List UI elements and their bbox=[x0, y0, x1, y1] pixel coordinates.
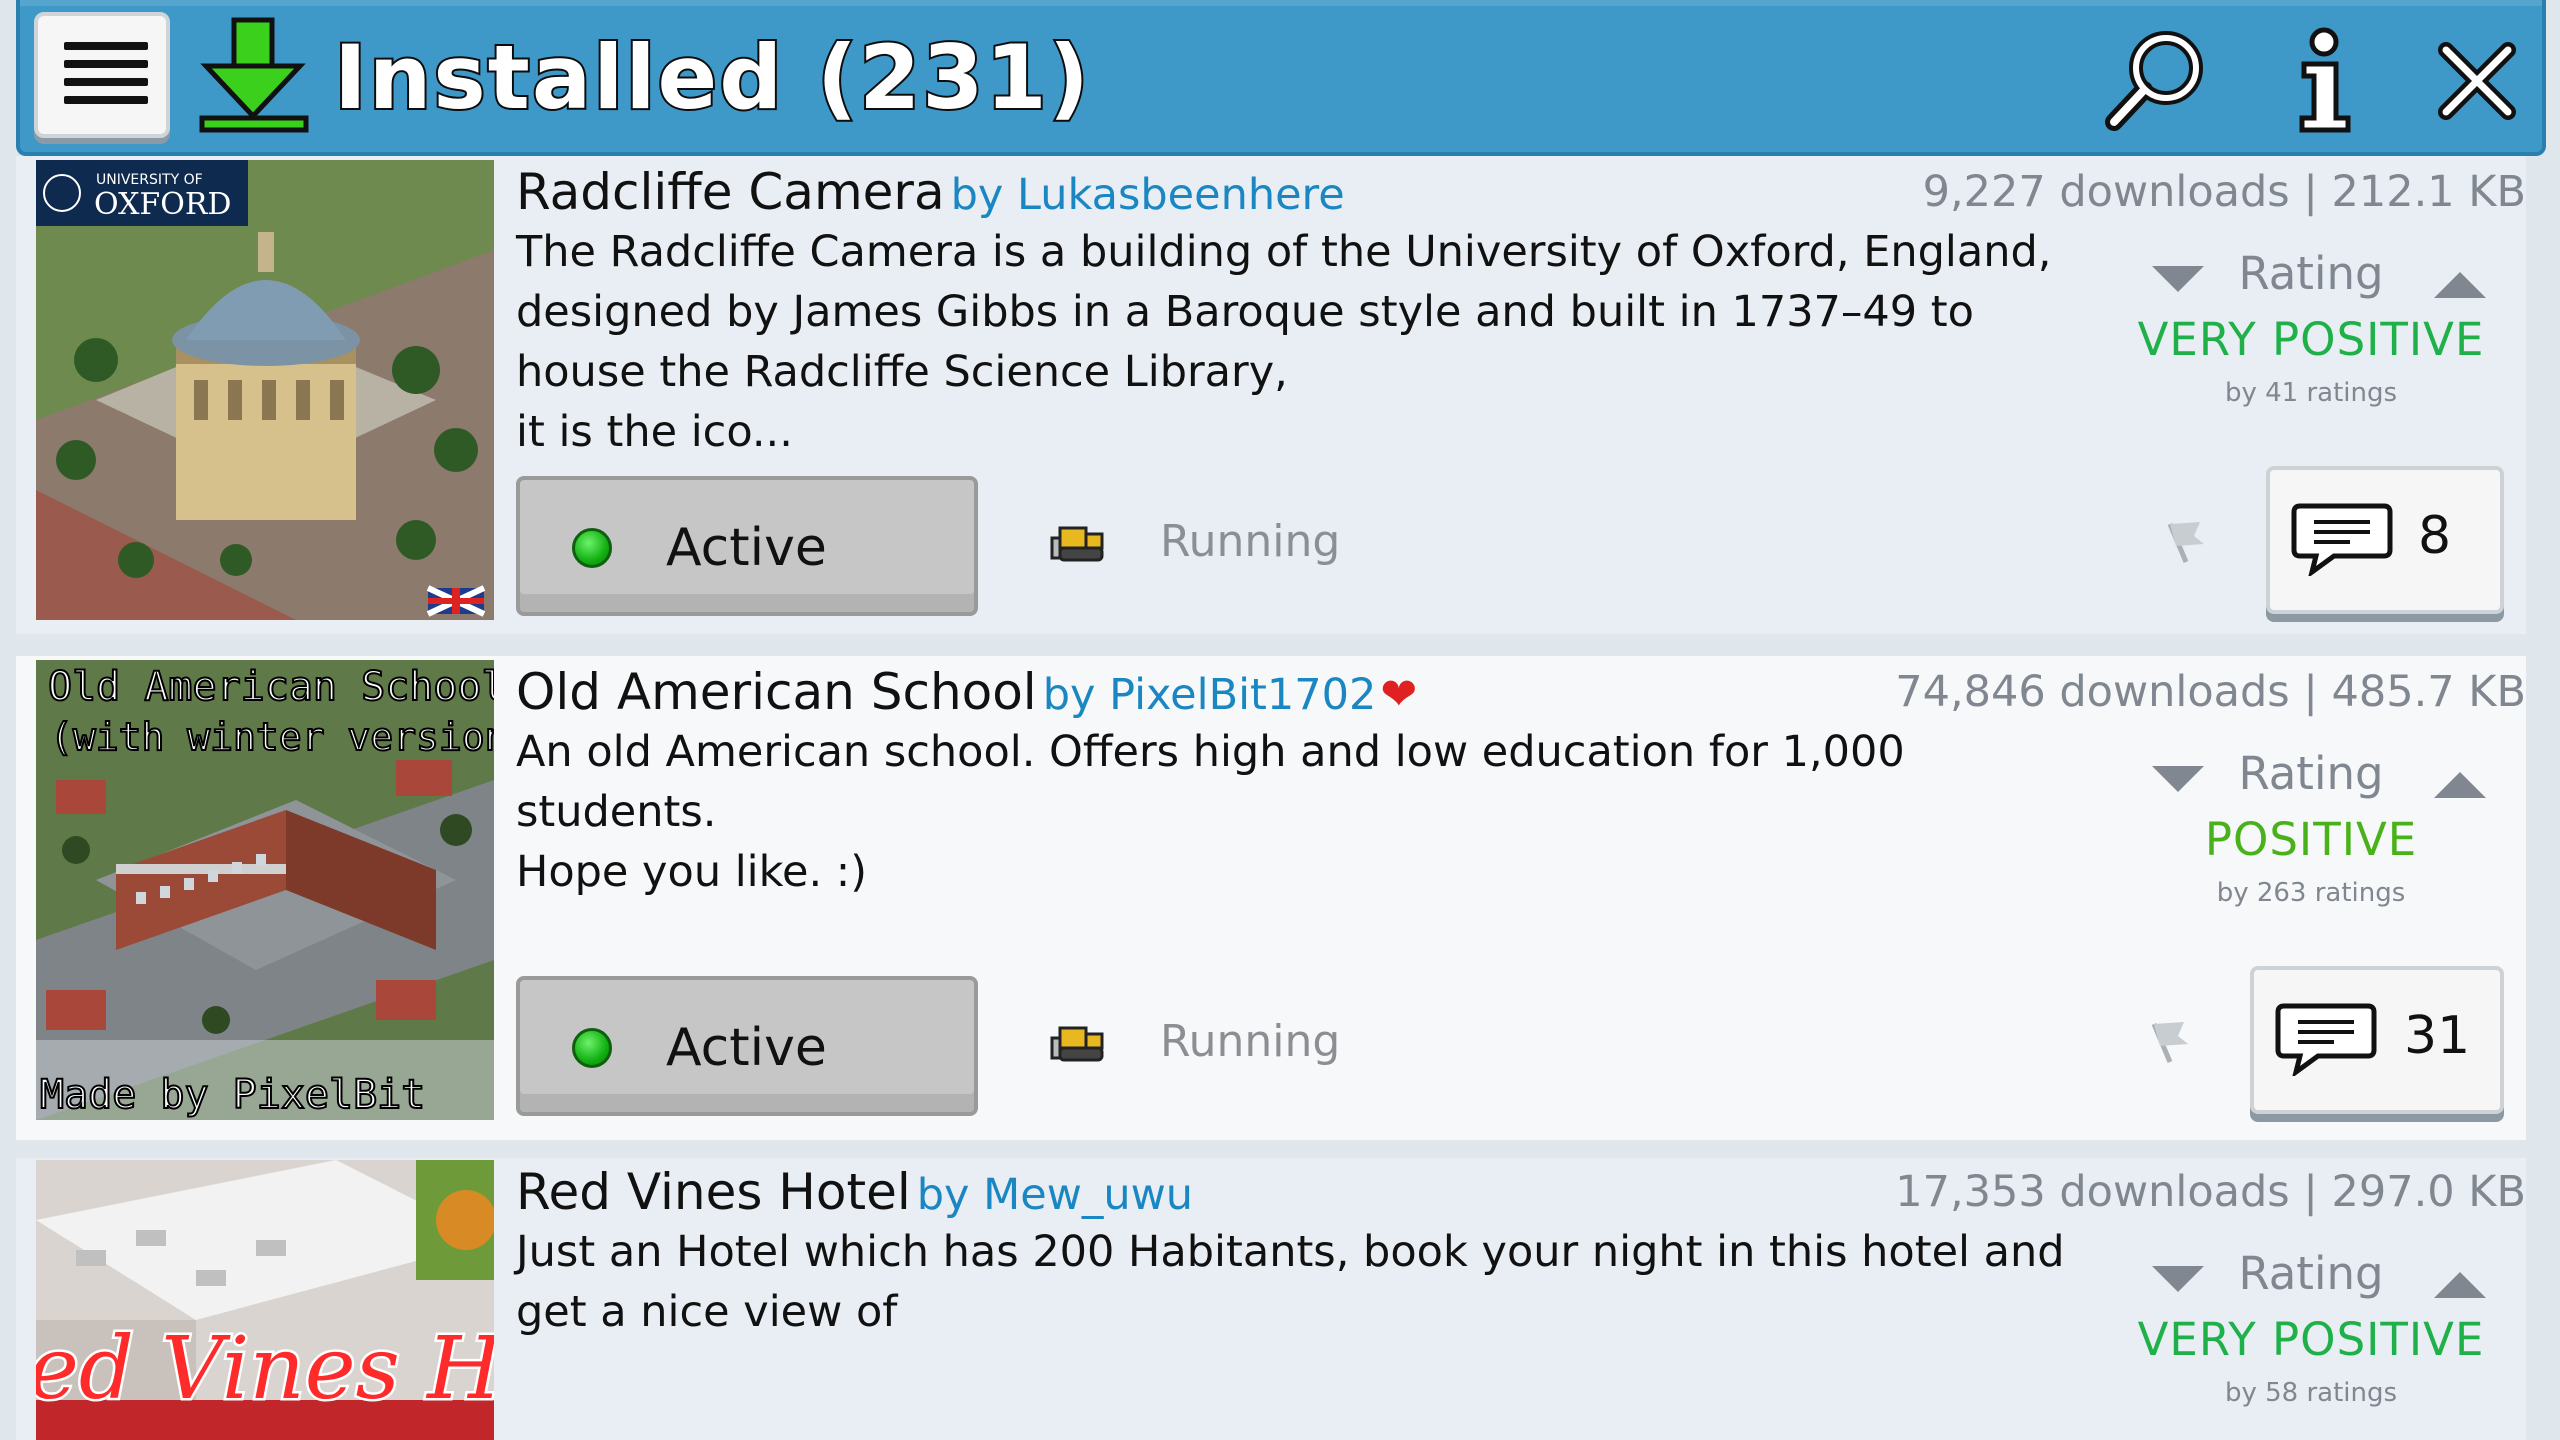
plugin-thumbnail[interactable]: UNIVERSITY OF OXFORD bbox=[36, 160, 494, 620]
comment-icon bbox=[2275, 1003, 2377, 1076]
status-dot-icon bbox=[572, 1028, 612, 1068]
uk-flag-icon bbox=[426, 585, 486, 617]
upvote-icon[interactable] bbox=[2434, 1272, 2486, 1298]
upvote-icon[interactable] bbox=[2434, 772, 2486, 798]
author-link[interactable]: by PixelBit1702 bbox=[1043, 670, 1377, 720]
comments-button[interactable]: 31 bbox=[2250, 966, 2504, 1114]
downvote-icon[interactable] bbox=[2152, 766, 2204, 792]
rating-value: VERY POSITIVE bbox=[2137, 1313, 2485, 1366]
plugin-thumbnail[interactable]: ed Vines Hote bbox=[36, 1160, 494, 1440]
menu-button[interactable] bbox=[34, 12, 170, 138]
report-flag-icon[interactable] bbox=[2144, 1018, 2192, 1066]
active-toggle-button[interactable]: Active bbox=[516, 476, 978, 616]
plugin-name[interactable]: Old American School by PixelBit1702❤ bbox=[516, 660, 1417, 727]
thumb-caption: (with winter version) bbox=[50, 715, 494, 759]
rating-value: POSITIVE bbox=[2204, 813, 2418, 866]
plugin-card[interactable]: Old American School (with winter version… bbox=[16, 656, 2526, 1140]
plugin-meta: 9,227 downloads | 212.1 KB bbox=[1922, 167, 2526, 217]
downvote-icon[interactable] bbox=[2152, 1266, 2204, 1292]
thumb-caption: ed Vines Hote bbox=[36, 1319, 494, 1419]
author-link[interactable]: by Mew_uwu bbox=[917, 1170, 1193, 1220]
upvote-icon[interactable] bbox=[2434, 272, 2486, 298]
plugin-meta: 17,353 downloads | 297.0 KB bbox=[1895, 1167, 2526, 1217]
rating-widget: Rating POSITIVE by 263 ratings bbox=[2116, 744, 2506, 912]
comment-count: 31 bbox=[2404, 1006, 2471, 1066]
bulldozer-icon bbox=[1050, 1026, 1104, 1062]
comment-count: 8 bbox=[2418, 506, 2452, 566]
author-link[interactable]: by Lukasbeenhere bbox=[951, 170, 1345, 220]
thumb-caption: UNIVERSITY OF bbox=[96, 172, 203, 188]
page-title: Installed (231) bbox=[332, 24, 1091, 131]
rating-count: by 58 ratings bbox=[2224, 1378, 2398, 1408]
plugin-name[interactable]: Radcliffe Camera by Lukasbeenhere bbox=[516, 160, 1345, 227]
rating-count: by 41 ratings bbox=[2224, 378, 2398, 408]
plugin-card[interactable]: UNIVERSITY OF OXFORD Radcliffe Camera by … bbox=[16, 156, 2526, 634]
plugin-description: The Radcliffe Camera is a building of th… bbox=[516, 227, 2052, 457]
thumb-caption: Made by PixelBit bbox=[40, 1072, 425, 1118]
run-status: Running bbox=[1160, 1016, 1341, 1067]
downvote-icon[interactable] bbox=[2152, 266, 2204, 292]
rating-count: by 263 ratings bbox=[2216, 878, 2406, 908]
bulldozer-icon bbox=[1050, 526, 1104, 562]
plugin-meta: 74,846 downloads | 485.7 KB bbox=[1895, 667, 2526, 717]
plugin-name[interactable]: Red Vines Hotel by Mew_uwu bbox=[516, 1160, 1193, 1227]
plugin-description: Just an Hotel which has 200 Habitants, b… bbox=[516, 1227, 2065, 1337]
run-status: Running bbox=[1160, 516, 1341, 567]
download-icon bbox=[199, 17, 309, 133]
status-dot-icon bbox=[572, 528, 612, 568]
close-icon[interactable] bbox=[2422, 26, 2532, 136]
thumb-caption: Old American School bbox=[48, 664, 494, 710]
comments-button[interactable]: 8 bbox=[2266, 466, 2504, 614]
active-toggle-button[interactable]: Active bbox=[516, 976, 978, 1116]
rating-widget: Rating VERY POSITIVE by 58 ratings bbox=[2116, 1244, 2506, 1412]
plugin-thumbnail[interactable]: Old American School (with winter version… bbox=[36, 660, 494, 1120]
search-icon[interactable] bbox=[2100, 26, 2210, 136]
comment-icon bbox=[2291, 503, 2393, 576]
report-flag-icon[interactable] bbox=[2160, 518, 2208, 566]
heart-icon: ❤ bbox=[1380, 669, 1418, 720]
top-bar: Installed (231) bbox=[16, 0, 2546, 156]
plugin-description: An old American school. Offers high and … bbox=[516, 727, 1905, 897]
rating-widget: Rating VERY POSITIVE by 41 ratings bbox=[2116, 244, 2506, 412]
rating-value: VERY POSITIVE bbox=[2137, 313, 2485, 366]
thumb-caption: OXFORD bbox=[94, 187, 231, 222]
plugin-card[interactable]: ed Vines Hote Red Vines Hotelby Mew_uwu … bbox=[16, 1158, 2526, 1440]
info-icon[interactable] bbox=[2276, 26, 2386, 136]
